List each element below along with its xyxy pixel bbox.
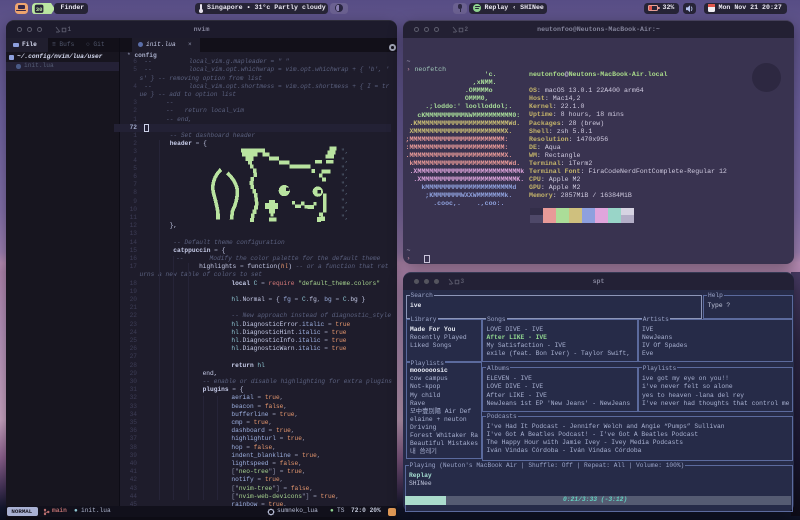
svg-text:30: 30 bbox=[35, 5, 42, 12]
